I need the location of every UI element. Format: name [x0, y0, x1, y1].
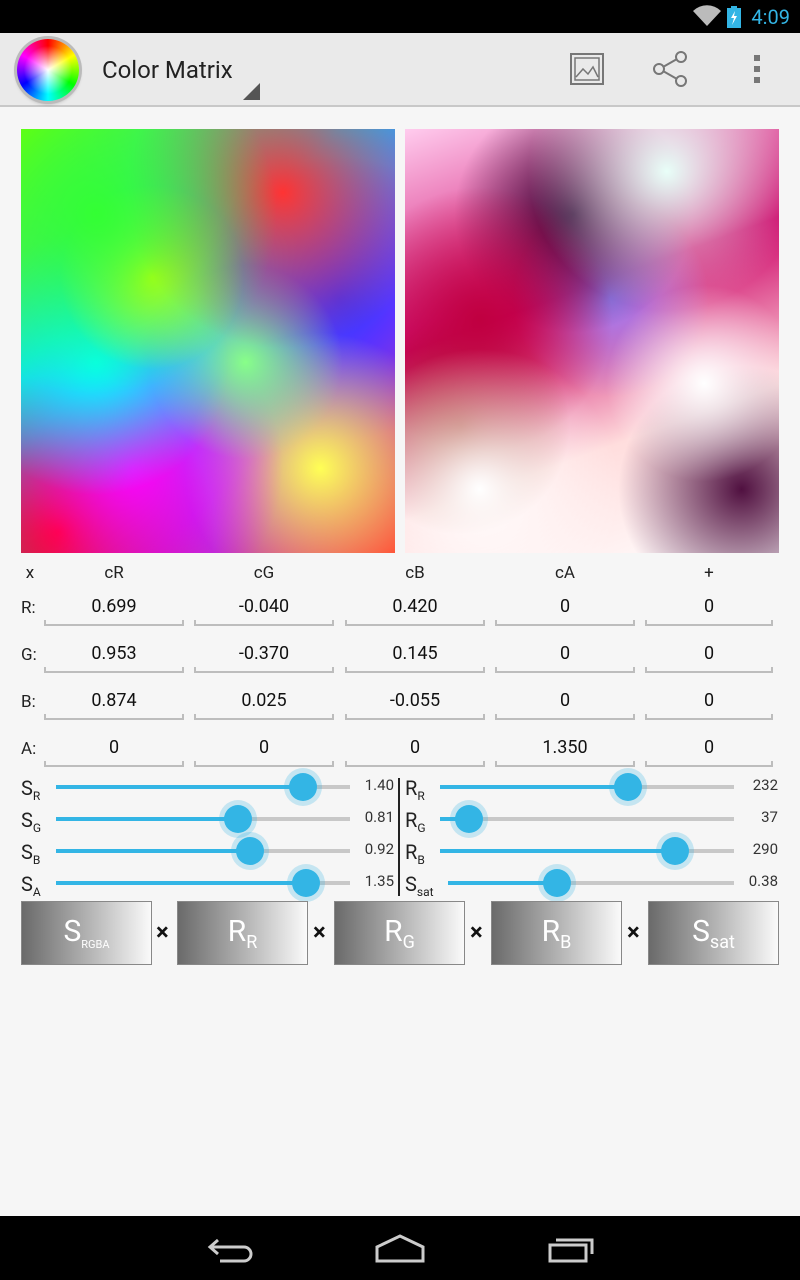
srgba-button[interactable]: SRGBA [21, 901, 152, 965]
rg-button[interactable]: RG [334, 901, 465, 965]
multiply-sign: × [313, 918, 326, 946]
row-label-B: B: [21, 692, 36, 712]
slider-thumb[interactable] [288, 773, 317, 801]
matrix-field-G-cB[interactable]: 0.145 [345, 641, 485, 673]
slider-value-SA: 1.35 [364, 872, 394, 890]
home-icon[interactable] [374, 1234, 426, 1264]
slider-thumb[interactable] [236, 837, 265, 865]
matrix-field-R-cA[interactable]: 0 [495, 594, 635, 626]
matrix-field-R-cR[interactable]: 0.699 [44, 594, 184, 626]
matrix-corner-label: x [25, 563, 35, 583]
matrix-field-B-cR[interactable]: 0.874 [44, 688, 184, 720]
multiply-sign: × [470, 918, 483, 946]
slider-label-Ssat: Ssat [405, 872, 434, 899]
app-title[interactable]: Color Matrix [102, 56, 233, 84]
column-header-offset: + [704, 563, 714, 583]
action-bar: Color Matrix [0, 33, 800, 107]
recent-apps-icon[interactable] [548, 1234, 594, 1264]
slider-label-SB: SB [21, 840, 41, 867]
column-header-cR: cR [104, 563, 124, 583]
slider-RB[interactable] [440, 837, 734, 865]
slider-SA[interactable] [56, 869, 350, 897]
rr-button[interactable]: RR [177, 901, 308, 965]
slider-value-RG: 37 [761, 808, 778, 826]
matrix-field-G-cA[interactable]: 0 [495, 641, 635, 673]
slider-SR[interactable] [56, 773, 350, 801]
matrix-field-A-cR[interactable]: 0 [44, 735, 184, 767]
matrix-field-R-cG[interactable]: -0.040 [194, 594, 334, 626]
row-label-R: R: [21, 598, 36, 618]
share-icon[interactable] [651, 51, 689, 87]
matrix-field-R-offset[interactable]: 0 [645, 594, 773, 626]
slider-value-Ssat: 0.38 [748, 872, 778, 890]
navigation-bar [0, 1216, 800, 1280]
slider-divider [398, 778, 400, 896]
slider-label-RG: RG [405, 808, 426, 835]
matrix-field-R-cB[interactable]: 0.420 [345, 594, 485, 626]
row-label-G: G: [21, 645, 37, 665]
slider-value-SG: 0.81 [364, 808, 394, 826]
matrix-field-G-cR[interactable]: 0.953 [44, 641, 184, 673]
result-image [405, 129, 779, 553]
matrix-field-A-offset[interactable]: 0 [645, 735, 773, 767]
status-bar: 4:09 [0, 0, 800, 33]
slider-thumb[interactable] [224, 805, 253, 833]
slider-value-RB: 290 [752, 840, 778, 858]
slider-value-SB: 0.92 [364, 840, 394, 858]
slider-RR[interactable] [440, 773, 734, 801]
status-clock: 4:09 [751, 5, 790, 29]
wifi-icon [693, 5, 721, 27]
slider-thumb[interactable] [291, 869, 320, 897]
slider-SB[interactable] [56, 837, 350, 865]
battery-charging-icon [727, 6, 741, 28]
slider-label-SG: SG [21, 808, 42, 835]
column-header-cA: cA [555, 563, 575, 583]
matrix-field-A-cG[interactable]: 0 [194, 735, 334, 767]
slider-thumb[interactable] [614, 773, 643, 801]
slider-label-RB: RB [405, 840, 425, 867]
slider-RG[interactable] [440, 805, 734, 833]
slider-Ssat[interactable] [448, 869, 734, 897]
matrix-field-G-offset[interactable]: 0 [645, 641, 773, 673]
slider-thumb[interactable] [455, 805, 484, 833]
matrix-field-B-cA[interactable]: 0 [495, 688, 635, 720]
matrix-field-B-cB[interactable]: -0.055 [345, 688, 485, 720]
column-header-cB: cB [405, 563, 425, 583]
slider-label-SA: SA [21, 872, 41, 899]
multiply-sign: × [156, 918, 169, 946]
slider-SG[interactable] [56, 805, 350, 833]
multiply-sign: × [627, 918, 640, 946]
slider-thumb[interactable] [542, 869, 571, 897]
matrix-field-B-cG[interactable]: 0.025 [194, 688, 334, 720]
matrix-field-B-offset[interactable]: 0 [645, 688, 773, 720]
slider-label-SR: SR [21, 776, 41, 803]
slider-value-SR: 1.40 [364, 776, 394, 794]
column-header-cG: cG [253, 563, 275, 583]
ssat-button[interactable]: Ssat [648, 901, 779, 965]
spinner-indicator-icon[interactable] [243, 83, 260, 100]
image-icon[interactable] [569, 51, 605, 87]
back-icon[interactable] [206, 1234, 254, 1264]
slider-thumb[interactable] [661, 837, 690, 865]
rb-button[interactable]: RB [491, 901, 622, 965]
slider-value-RR: 232 [752, 776, 778, 794]
color-wheel-icon[interactable] [17, 39, 79, 101]
matrix-field-A-cA[interactable]: 1.350 [495, 735, 635, 767]
source-image [21, 129, 395, 553]
overflow-menu-icon[interactable] [752, 51, 762, 87]
matrix-field-G-cG[interactable]: -0.370 [194, 641, 334, 673]
row-label-A: A: [21, 739, 37, 759]
slider-label-RR: RR [405, 776, 425, 803]
matrix-field-A-cB[interactable]: 0 [345, 735, 485, 767]
